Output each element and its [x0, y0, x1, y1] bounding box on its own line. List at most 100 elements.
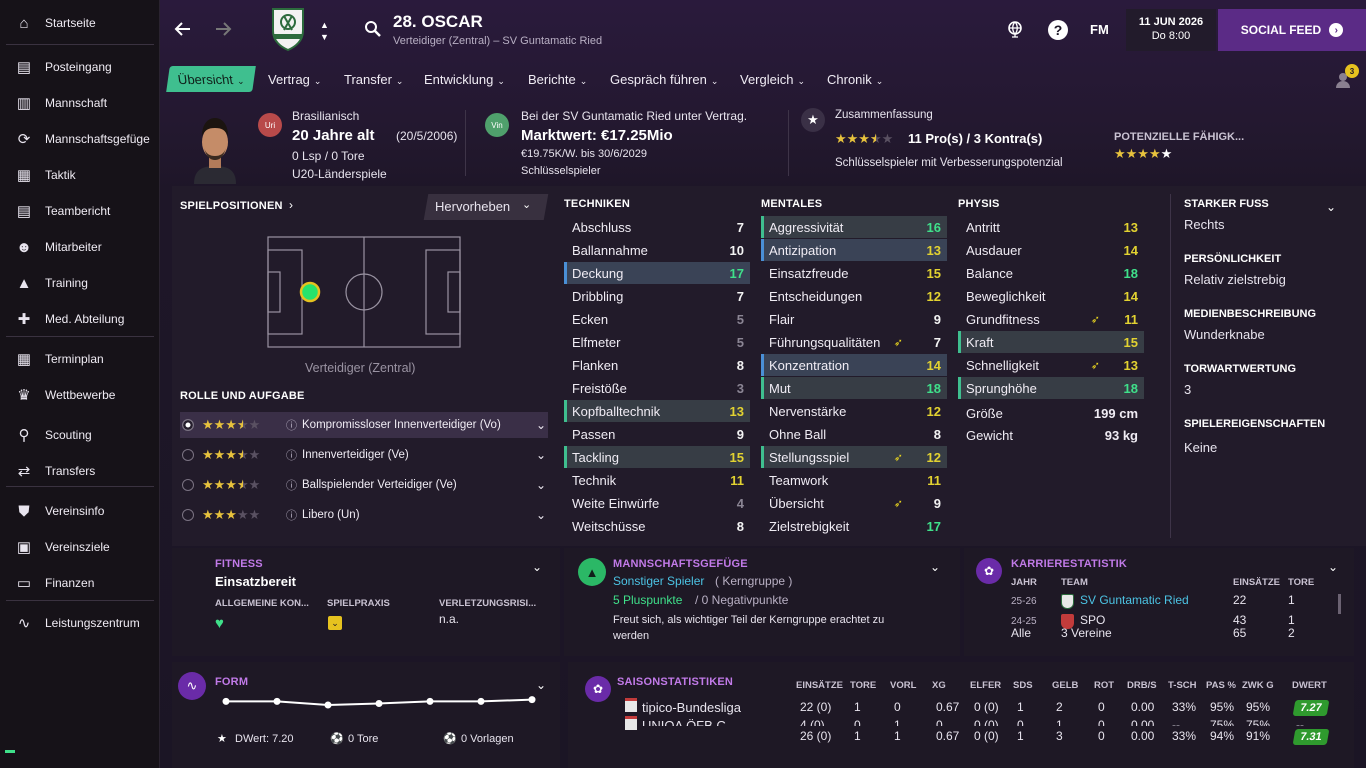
role-option[interactable]: ★★★★★ ⓘ Libero (Un) ⌄	[180, 502, 548, 528]
attribute-row[interactable]: Flair 9	[761, 308, 947, 330]
attribute-row[interactable]: Nervenstärke 12	[761, 400, 947, 422]
sidebar-item-teambericht[interactable]: ▤ Teambericht	[0, 196, 158, 226]
attribute-row[interactable]: Elfmeter 5	[564, 331, 750, 353]
sidebar-item-terminplan[interactable]: ▦ Terminplan	[0, 344, 158, 374]
attribute-row[interactable]: Stellungsspiel ➶ 12	[761, 446, 947, 468]
role-option[interactable]: ★★★★★★ ⓘ Innenverteidiger (Ve) ⌄	[180, 442, 548, 468]
chevron-down-icon[interactable]: ⌄	[536, 448, 546, 462]
chevron-down-icon[interactable]: ⌄	[536, 418, 546, 432]
sidebar-item-wettbewerbe[interactable]: ♛ Wettbewerbe	[0, 380, 158, 410]
tab-chronik[interactable]: Chronik ⌄	[827, 66, 883, 92]
attribute-row[interactable]: Entscheidungen 12	[761, 285, 947, 307]
attribute-row[interactable]: Kopfballtechnik 13	[564, 400, 750, 422]
social-feed-button[interactable]: SOCIAL FEED ›	[1218, 9, 1366, 51]
fitness-title[interactable]: FITNESS	[215, 558, 263, 570]
form-title[interactable]: FORM	[215, 676, 248, 688]
sidebar-item-training[interactable]: ▲ Training	[0, 268, 158, 298]
tab-gespräch-führen[interactable]: Gespräch führen ⌄	[610, 66, 718, 92]
sidebar-item-mannschaftsgefüge[interactable]: ⟳ Mannschaftsgefüge	[0, 124, 158, 154]
attribute-row[interactable]: Schnelligkeit ➶ 13	[958, 354, 1144, 376]
sidebar-item-vereinsinfo[interactable]: ⛊ Vereinsinfo	[0, 496, 158, 526]
sidebar-item-mannschaft[interactable]: ▥ Mannschaft	[0, 88, 158, 118]
info-icon[interactable]: ⓘ	[286, 477, 297, 493]
tab-entwicklung[interactable]: Entwicklung ⌄	[424, 66, 505, 92]
attribute-row[interactable]: Passen 9	[564, 423, 750, 445]
date-display[interactable]: 11 JUN 2026 Do 8:00	[1126, 9, 1216, 51]
sidebar-item-taktik[interactable]: ▦ Taktik	[0, 160, 158, 190]
attribute-row[interactable]: Ohne Ball 8	[761, 423, 947, 445]
sidebar-item-med-abteilung[interactable]: ✚ Med. Abteilung	[0, 304, 158, 334]
attribute-row[interactable]: Technik 11	[564, 469, 750, 491]
attribute-row[interactable]: Balance 18	[958, 262, 1144, 284]
chevron-down-icon[interactable]: ⌄	[532, 560, 542, 574]
attribute-row[interactable]: Kraft 15	[958, 331, 1144, 353]
attribute-row[interactable]: Flanken 8	[564, 354, 750, 376]
form-point[interactable]	[222, 697, 230, 705]
attribute-row[interactable]: Antizipation 13	[761, 239, 947, 261]
dynamics-title[interactable]: MANNSCHAFTSGEFÜGE	[613, 558, 748, 570]
attribute-row[interactable]: Führungsqualitäten ➶ 7	[761, 331, 947, 353]
scrollbar[interactable]	[1338, 594, 1341, 614]
attribute-row[interactable]: Weite Einwürfe 4	[564, 492, 750, 514]
fm-button[interactable]: FM	[1090, 22, 1109, 37]
radio-button[interactable]	[182, 419, 194, 431]
bottom-left-icon[interactable]: ▬	[5, 745, 15, 756]
chevron-down-icon[interactable]: ⌄	[1326, 200, 1336, 214]
chevron-down-icon[interactable]: ⌄	[930, 560, 940, 574]
attribute-row[interactable]: Zielstrebigkeit 17	[761, 515, 947, 537]
sidebar-item-posteingang[interactable]: ▤ Posteingang	[0, 52, 158, 82]
help-icon[interactable]: ?	[1048, 20, 1068, 40]
form-point[interactable]	[528, 696, 536, 704]
tab-vergleich[interactable]: Vergleich ⌄	[740, 66, 805, 92]
info-icon[interactable]: ⓘ	[286, 507, 297, 523]
sidebar-item-finanzen[interactable]: ▭ Finanzen	[0, 568, 158, 598]
sidebar-item-mitarbeiter[interactable]: ☻ Mitarbeiter	[0, 232, 158, 262]
notification-icon[interactable]: 3	[1335, 64, 1359, 90]
attribute-row[interactable]: Sprunghöhe 18	[958, 377, 1144, 399]
attribute-row[interactable]: Mut 18	[761, 377, 947, 399]
form-point[interactable]	[426, 697, 434, 705]
attribute-row[interactable]: Grundfitness ➶ 11	[958, 308, 1144, 330]
tab-berichte[interactable]: Berichte ⌄	[528, 66, 587, 92]
radio-button[interactable]	[182, 449, 194, 461]
radio-button[interactable]	[182, 479, 194, 491]
sidebar-item-scouting[interactable]: ⚲ Scouting	[0, 420, 158, 450]
attribute-row[interactable]: Weitschüsse 8	[564, 515, 750, 537]
competition-name[interactable]: tipico-Bundesliga	[642, 700, 741, 715]
role-option[interactable]: ★★★★★★ ⓘ Ballspielender Verteidiger (Ve) ⌄	[180, 472, 548, 498]
sidebar-item-leistungszentrum[interactable]: ∿ Leistungszentrum	[0, 608, 158, 638]
attribute-row[interactable]: Ecken 5	[564, 308, 750, 330]
chevron-down-icon[interactable]: ⌄	[1328, 560, 1338, 574]
attribute-row[interactable]: Beweglichkeit 14	[958, 285, 1144, 307]
info-icon[interactable]: ⓘ	[286, 417, 297, 433]
attribute-row[interactable]: Freistöße 3	[564, 377, 750, 399]
attribute-row[interactable]: Übersicht ➶ 9	[761, 492, 947, 514]
globe-icon[interactable]	[1006, 20, 1024, 38]
sidebar-item-vereinsziele[interactable]: ▣ Vereinsziele	[0, 532, 158, 562]
attribute-row[interactable]: Teamwork 11	[761, 469, 947, 491]
competition-name[interactable]: UNIQA ÖFB C...	[642, 718, 737, 726]
tab-übersicht[interactable]: Übersicht ⌄	[166, 66, 257, 92]
attribute-row[interactable]: Konzentration 14	[761, 354, 947, 376]
search-icon[interactable]	[364, 20, 382, 38]
season-title[interactable]: SAISONSTATISTIKEN	[617, 676, 733, 688]
positions-title[interactable]: SPIELPOSITIONEN	[180, 200, 283, 212]
attribute-row[interactable]: Abschluss 7	[564, 216, 750, 238]
form-point[interactable]	[324, 701, 332, 709]
tab-transfer[interactable]: Transfer ⌄	[344, 66, 403, 92]
radio-button[interactable]	[182, 509, 194, 521]
attribute-row[interactable]: Tackling 15	[564, 446, 750, 468]
info-icon[interactable]: ⓘ	[286, 447, 297, 463]
chevron-down-icon[interactable]: ⌄	[536, 508, 546, 522]
chevron-down-icon[interactable]: ⌄	[536, 478, 546, 492]
player-switch-up-icon[interactable]: ▲	[320, 20, 329, 30]
career-title[interactable]: KARRIERESTATISTIK	[1011, 558, 1127, 570]
form-point[interactable]	[273, 697, 281, 705]
club-badge[interactable]	[270, 6, 306, 52]
form-point[interactable]	[375, 700, 383, 707]
attribute-row[interactable]: Antritt 13	[958, 216, 1144, 238]
attribute-row[interactable]: Aggressivität 16	[761, 216, 947, 238]
back-arrow-icon[interactable]	[172, 18, 194, 40]
attribute-row[interactable]: Deckung 17	[564, 262, 750, 284]
attribute-row[interactable]: Ballannahme 10	[564, 239, 750, 261]
